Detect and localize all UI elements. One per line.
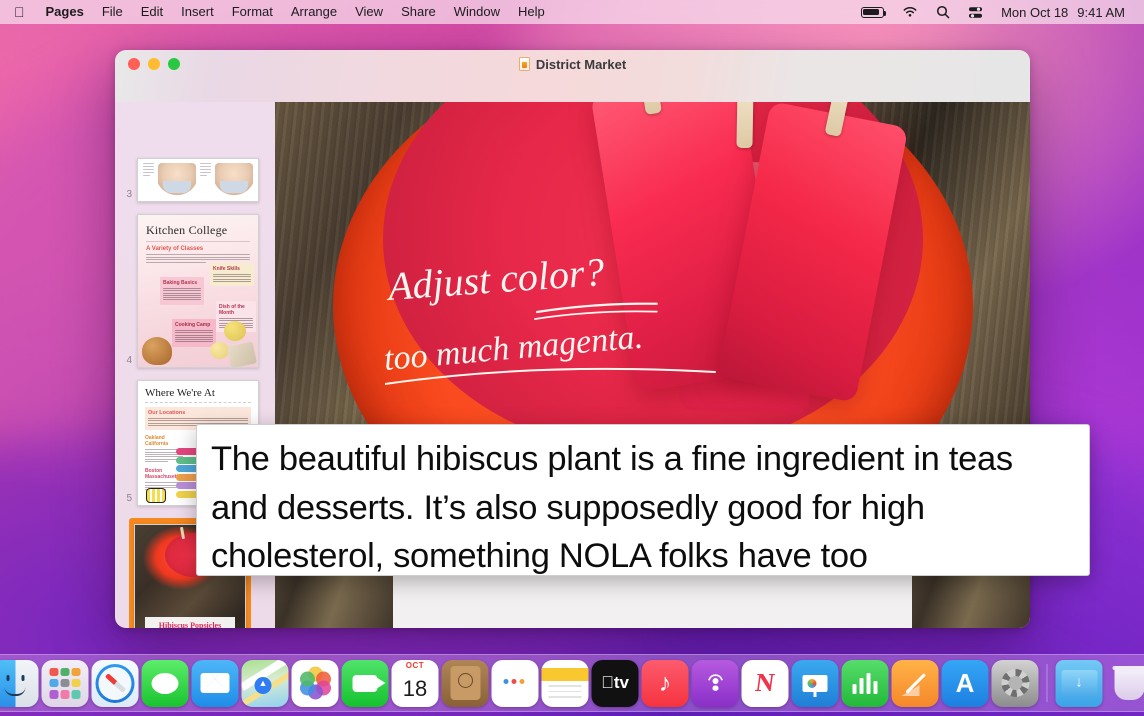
dock-item-news[interactable]: N bbox=[741, 659, 789, 707]
dock-item-launchpad[interactable] bbox=[41, 659, 89, 707]
menu-bar:  Pages File Edit Insert Format Arrange … bbox=[0, 0, 1144, 24]
menu-item-edit[interactable]: Edit bbox=[132, 0, 172, 24]
podcast-icon bbox=[707, 674, 723, 691]
dock-item-safari[interactable] bbox=[91, 659, 139, 707]
menubar-time[interactable]: 9:41 AM bbox=[1077, 0, 1134, 24]
page-number: 4 bbox=[126, 355, 132, 366]
dock-item-app-store[interactable]: A bbox=[941, 659, 989, 707]
menu-item-view[interactable]: View bbox=[346, 0, 392, 24]
thumb-card-title: Cooking Camp bbox=[175, 322, 211, 328]
dock-item-music[interactable]: ♪ bbox=[641, 659, 689, 707]
dock-item-pages[interactable] bbox=[891, 659, 939, 707]
document-title: District Market bbox=[535, 56, 627, 72]
page-number: 5 bbox=[126, 493, 132, 504]
dock-item-tv[interactable]: tv bbox=[591, 659, 639, 707]
menubar-date[interactable]: Mon Oct 18 bbox=[992, 0, 1077, 24]
thumb-card-title: Baking Basics bbox=[163, 280, 198, 286]
dock-tv-glyph: tv bbox=[601, 673, 629, 692]
dock-item-reminders[interactable] bbox=[491, 659, 539, 707]
dock-item-mail[interactable] bbox=[191, 659, 239, 707]
battery-icon[interactable] bbox=[852, 0, 893, 24]
thumb-card: Baking Basics bbox=[160, 277, 204, 305]
wifi-icon[interactable] bbox=[893, 0, 927, 24]
control-center-icon[interactable] bbox=[959, 0, 992, 24]
search-icon[interactable] bbox=[927, 0, 959, 24]
thumb-column-title: Oakland California bbox=[145, 435, 169, 448]
thumbnail-page-4[interactable]: 4 Kitchen College A Variety of Classes B… bbox=[115, 214, 275, 368]
dock-item-calendar[interactable]: OCT 18 bbox=[391, 659, 439, 707]
hover-text-magnifier-overlay: The beautiful hibiscus plant is a fine i… bbox=[196, 424, 1090, 576]
thumb-title: Where We're At bbox=[145, 387, 215, 399]
dock-item-podcasts[interactable] bbox=[691, 659, 739, 707]
dock-item-messages[interactable] bbox=[141, 659, 189, 707]
dock-item-downloads[interactable] bbox=[1055, 659, 1103, 707]
document-photo-popsicles[interactable]: Adjust color? too much magenta. bbox=[275, 102, 1030, 566]
page-number: 3 bbox=[126, 189, 132, 200]
dock-item-notes[interactable] bbox=[541, 659, 589, 707]
dock-item-finder[interactable] bbox=[0, 659, 39, 707]
thumb-card-title: Dish of the Month bbox=[219, 304, 245, 316]
thumb-recipe-card: Hibiscus Popsicles Ingredients bbox=[145, 616, 235, 628]
apple-menu-icon[interactable]:  bbox=[0, 5, 37, 19]
dock-item-system-settings[interactable] bbox=[991, 659, 1039, 707]
menu-item-window[interactable]: Window bbox=[445, 0, 509, 24]
window-title-bar: District Market bbox=[115, 55, 1030, 73]
thumbnail-page-3[interactable]: 3 bbox=[115, 158, 275, 202]
app-store-glyph: A bbox=[955, 668, 975, 698]
dock-item-keynote[interactable] bbox=[791, 659, 839, 707]
dock[interactable]: OCT 18 tv ♪ N A bbox=[0, 654, 1144, 712]
thumbnail-image[interactable] bbox=[137, 158, 259, 202]
document-file-icon bbox=[518, 57, 530, 71]
thumb-title: Kitchen College bbox=[146, 223, 228, 237]
menu-item-share[interactable]: Share bbox=[392, 0, 445, 24]
thumb-subtitle: A Variety of Classes bbox=[146, 246, 204, 252]
news-glyph: N bbox=[753, 668, 777, 697]
dock-item-numbers[interactable] bbox=[841, 659, 889, 707]
dock-item-photos[interactable] bbox=[291, 659, 339, 707]
menu-item-arrange[interactable]: Arrange bbox=[282, 0, 346, 24]
menu-item-insert[interactable]: Insert bbox=[172, 0, 223, 24]
calendar-month: OCT bbox=[391, 659, 439, 672]
thumb-title: Hibiscus Popsicles bbox=[158, 620, 222, 628]
dock-item-contacts[interactable] bbox=[441, 659, 489, 707]
menu-item-file[interactable]: File bbox=[93, 0, 132, 24]
calendar-day: 18 bbox=[402, 676, 428, 701]
dock-item-facetime[interactable] bbox=[341, 659, 389, 707]
thumb-card: Cooking Camp bbox=[172, 319, 216, 347]
thumb-card: Knife Skills bbox=[210, 263, 254, 287]
dock-separator bbox=[1046, 664, 1048, 702]
music-note-icon: ♪ bbox=[658, 668, 672, 697]
thumb-card-title: Knife Skills bbox=[213, 266, 240, 272]
menu-item-help[interactable]: Help bbox=[509, 0, 554, 24]
thumb-subtitle: Our Locations bbox=[148, 410, 186, 416]
thumbnail-image[interactable]: Kitchen College A Variety of Classes Bak… bbox=[137, 214, 259, 368]
menu-item-pages[interactable]: Pages bbox=[37, 0, 93, 24]
dock-item-trash[interactable] bbox=[1106, 660, 1144, 707]
menu-item-format[interactable]: Format bbox=[223, 0, 282, 24]
dock-item-maps[interactable] bbox=[241, 659, 289, 707]
